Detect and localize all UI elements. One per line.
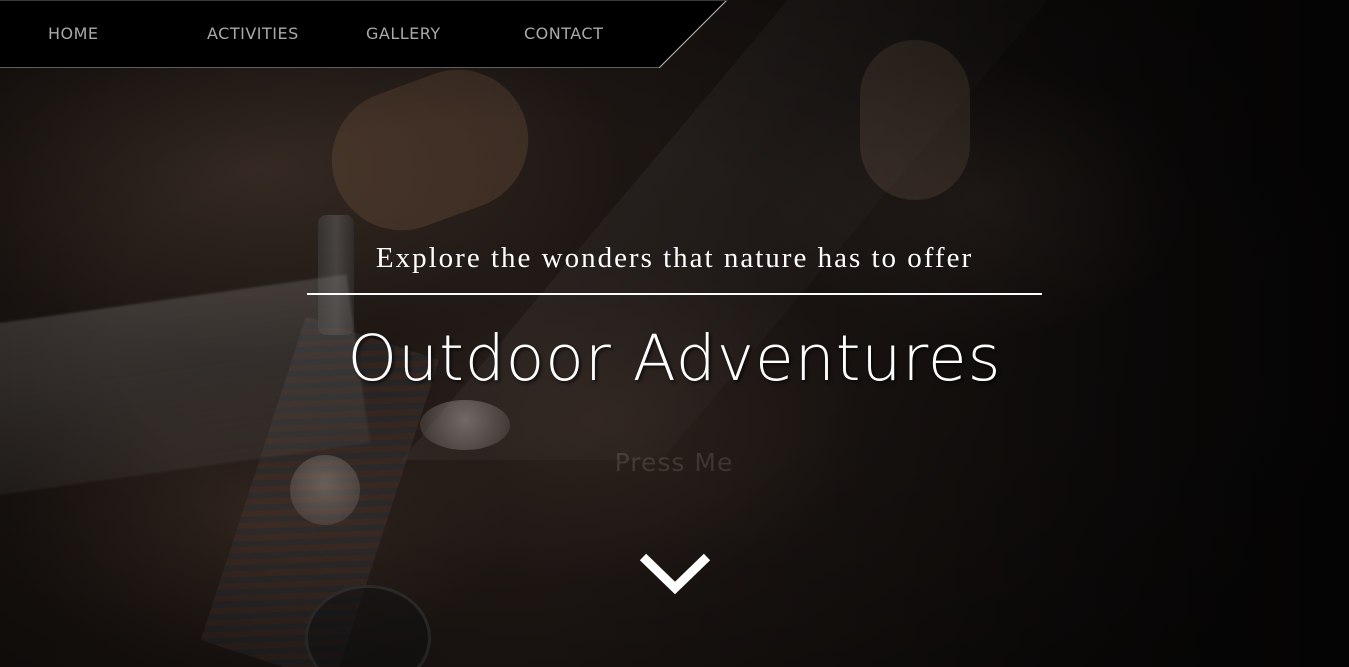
hero-headline: Outdoor Adventures: [347, 322, 1002, 395]
nav-item-activities[interactable]: ACTIVITIES: [207, 24, 299, 43]
nav-background: [0, 0, 728, 68]
press-me-button[interactable]: Press Me: [574, 444, 774, 480]
hero-section: HOME ACTIVITIES GALLERY CONTACT Explore …: [0, 0, 1349, 667]
chevron-down-icon[interactable]: [638, 550, 712, 600]
chevron-down-icon-graphic: [639, 553, 711, 595]
tagline-divider: [307, 293, 1042, 295]
nav-item-gallery[interactable]: GALLERY: [366, 24, 441, 43]
hero-tagline: Explore the wonders that nature has to o…: [375, 242, 974, 274]
nav-item-contact[interactable]: CONTACT: [524, 24, 603, 43]
main-navigation: HOME ACTIVITIES GALLERY CONTACT: [0, 0, 728, 68]
nav-item-home[interactable]: HOME: [48, 24, 99, 43]
